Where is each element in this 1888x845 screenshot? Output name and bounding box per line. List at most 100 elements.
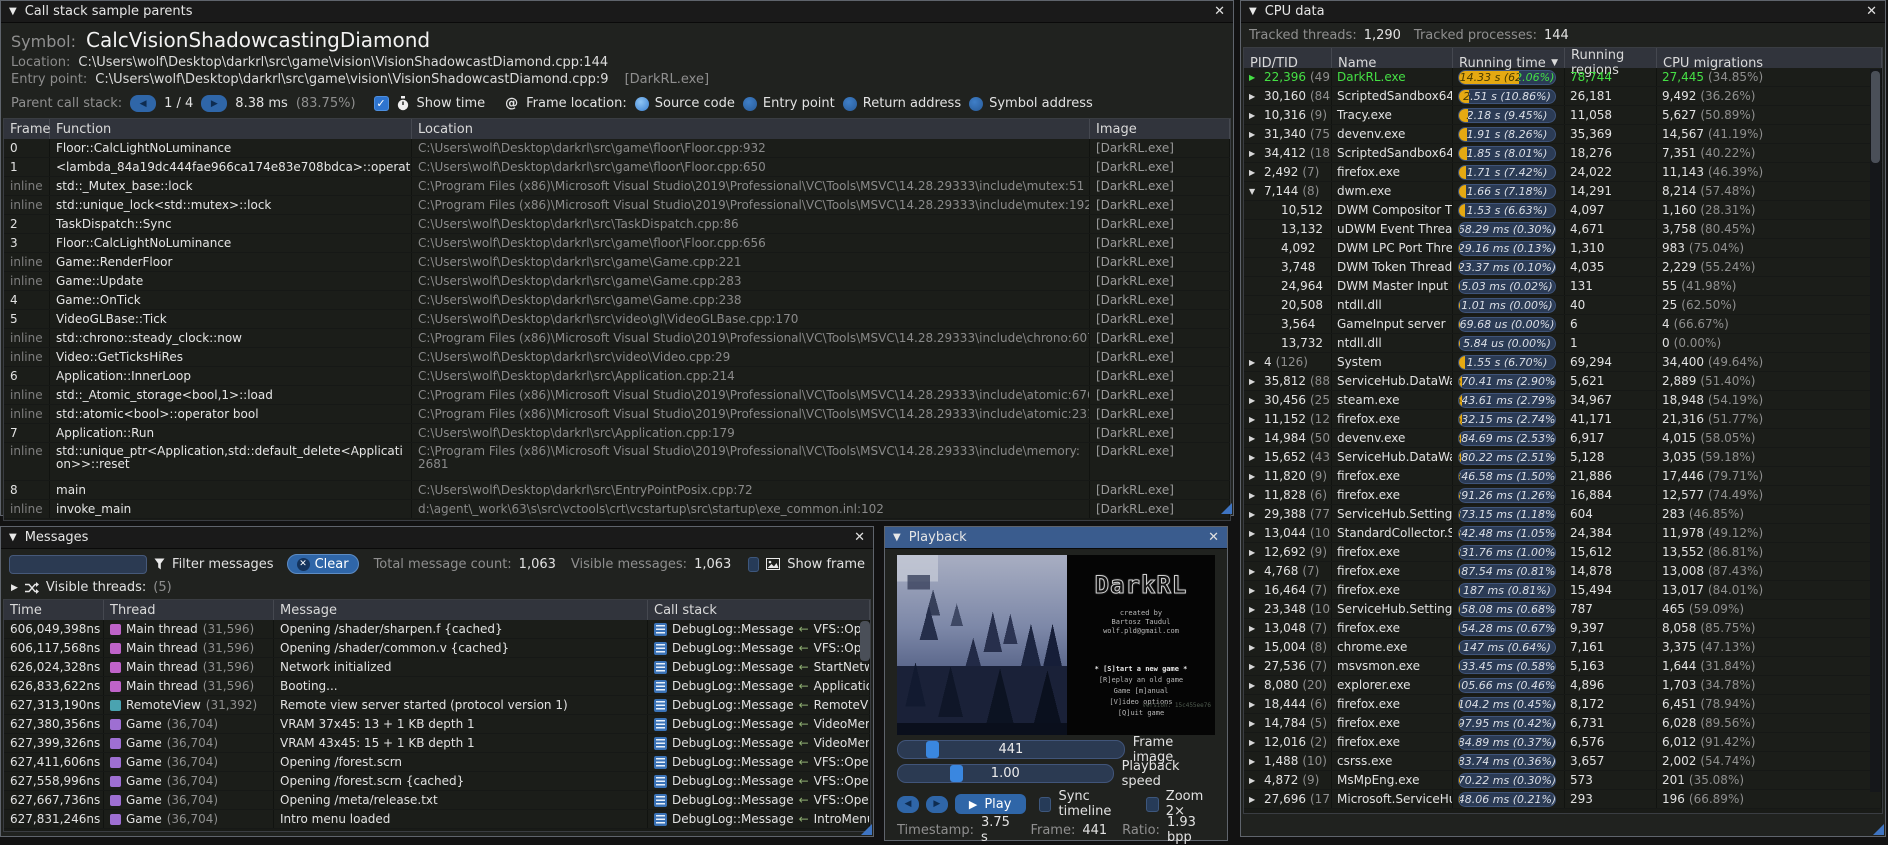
radio-entry-point-label[interactable]: Entry point <box>763 96 835 111</box>
cpu-process-row[interactable]: ▶14,784(5)firefox.exe97.95 ms (0.42%)97.… <box>1244 714 1882 733</box>
cpu-process-row[interactable]: 10,512DWM Compositor Threa1.53 s (6.63%)… <box>1244 201 1882 220</box>
col-time[interactable]: Time <box>4 600 104 620</box>
message-row[interactable]: 626,024,328nsMain thread(31,596)Network … <box>4 658 870 677</box>
cpu-process-row[interactable]: ▶14,984(50)devenv.exe584.69 ms (2.53%)58… <box>1244 429 1882 448</box>
resize-grip[interactable] <box>861 824 872 835</box>
callstack-list-icon[interactable] <box>654 642 667 655</box>
radio-return-address[interactable] <box>843 97 857 111</box>
cpu-process-row[interactable]: ▶30,160(84)ScriptedSandbox64.exe2.51 s (… <box>1244 87 1882 106</box>
callstack-row[interactable]: 2TaskDispatch::SyncC:\Users\wolf\Desktop… <box>4 215 1230 234</box>
close-icon[interactable]: ✕ <box>1866 4 1877 19</box>
cpu-process-row[interactable]: ▶22,396(49)DarkRL.exe14.33 s (62.06%)14.… <box>1244 68 1882 87</box>
callstack-row[interactable]: 5VideoGLBase::TickC:\Users\wolf\Desktop\… <box>4 310 1230 329</box>
tree-toggle-icon[interactable]: ▶ <box>1249 149 1260 158</box>
message-row[interactable]: 606,117,568nsMain thread(31,596)Opening … <box>4 639 870 658</box>
tree-toggle-icon[interactable]: ▶ <box>1249 358 1260 367</box>
callstack-list-icon[interactable] <box>654 623 667 636</box>
step-forward-button[interactable]: ▶ <box>926 796 948 813</box>
callstack-row[interactable]: inlineGame::UpdateC:\Users\wolf\Desktop\… <box>4 272 1230 291</box>
tree-toggle-icon[interactable]: ▶ <box>1249 491 1260 500</box>
cpu-process-row[interactable]: ▶10,316(9)Tracy.exe2.18 s (9.45%)2.18 s … <box>1244 106 1882 125</box>
cpu-process-row[interactable]: ▶12,016(2)firefox.exe84.89 ms (0.37%)84.… <box>1244 733 1882 752</box>
message-row[interactable]: 627,411,606nsGame(36,704)Opening /forest… <box>4 753 870 772</box>
callstack-list-icon[interactable] <box>654 794 667 807</box>
callstack-row[interactable]: inlinestd::unique_lock<std::mutex>::lock… <box>4 196 1230 215</box>
cpu-process-row[interactable]: ▶16,464(7)firefox.exe187 ms (0.81%)187 m… <box>1244 581 1882 600</box>
cpu-process-row[interactable]: ▶13,044(10)StandardCollector.Servic242.4… <box>1244 524 1882 543</box>
tree-toggle-icon[interactable]: ▶ <box>1249 529 1260 538</box>
close-icon[interactable]: ✕ <box>854 530 865 545</box>
cpu-scrollbar-thumb[interactable] <box>1871 71 1880 163</box>
sync-timeline-checkbox[interactable] <box>1039 797 1052 812</box>
cpu-process-row[interactable]: 13,132uDWM Event Thread68.29 ms (0.30%)6… <box>1244 220 1882 239</box>
tree-toggle-icon[interactable]: ▶ <box>1249 586 1260 595</box>
col-function[interactable]: Function <box>50 119 412 139</box>
prev-callstack-button[interactable]: ◀ <box>130 95 156 112</box>
cpu-process-row[interactable]: ▶29,388(77)ServiceHub.SettingsHost273.15… <box>1244 505 1882 524</box>
cpu-process-row[interactable]: ▶18,444(6)firefox.exe104.2 ms (0.45%)104… <box>1244 695 1882 714</box>
callstack-list-icon[interactable] <box>654 737 667 750</box>
cpu-scrollbar[interactable] <box>1870 69 1881 792</box>
tree-toggle-icon[interactable]: ▶ <box>1249 719 1260 728</box>
cpu-process-row[interactable]: 3,564GameInput server69.68 us (0.00%)69.… <box>1244 315 1882 334</box>
callstack-row[interactable]: 1<lambda_84a19dc444fae966ca174e83e708bdc… <box>4 158 1230 177</box>
cpu-process-row[interactable]: ▶34,412(18)ScriptedSandbox64.exe1.85 s (… <box>1244 144 1882 163</box>
cpu-process-row[interactable]: ▶12,692(9)firefox.exe231.76 ms (1.00%)23… <box>1244 543 1882 562</box>
callstack-list-icon[interactable] <box>654 813 667 826</box>
close-icon[interactable]: ✕ <box>1214 4 1225 19</box>
cpu-process-row[interactable]: ▶11,152(12)firefox.exe632.15 ms (2.74%)6… <box>1244 410 1882 429</box>
show-time-checkbox[interactable]: ✓ <box>374 96 389 111</box>
callstack-list-icon[interactable] <box>654 680 667 693</box>
cpu-process-row[interactable]: 4,092DWM LPC Port Thread29.16 ms (0.13%)… <box>1244 239 1882 258</box>
radio-symbol-address[interactable] <box>969 97 983 111</box>
radio-source-code[interactable] <box>635 97 649 111</box>
message-row[interactable]: 606,049,398nsMain thread(31,596)Opening … <box>4 620 870 639</box>
callstack-row[interactable]: inlineVideo::GetTicksHiResC:\Users\wolf\… <box>4 348 1230 367</box>
tree-toggle-icon[interactable]: ▶ <box>1249 662 1260 671</box>
tree-toggle-icon[interactable]: ▶ <box>1249 168 1260 177</box>
col-callstack[interactable]: Call stack <box>648 600 870 620</box>
resize-grip[interactable] <box>1221 503 1232 514</box>
clear-button[interactable]: ✕ Clear <box>287 554 359 574</box>
tree-toggle-icon[interactable]: ▼ <box>1249 187 1260 196</box>
expand-icon[interactable]: ▶ <box>11 583 18 593</box>
cpu-process-row[interactable]: ▶13,048(7)firefox.exe154.28 ms (0.67%)15… <box>1244 619 1882 638</box>
tree-toggle-icon[interactable]: ▶ <box>1249 130 1260 139</box>
callstack-list-icon[interactable] <box>654 718 667 731</box>
tree-toggle-icon[interactable]: ▶ <box>1249 73 1260 82</box>
tree-toggle-icon[interactable]: ▶ <box>1249 92 1260 101</box>
cpu-process-row[interactable]: ▶1,488(10)csrss.exe83.74 ms (0.36%)83.74… <box>1244 752 1882 771</box>
cpu-process-row[interactable]: 13,732ntdll.dll5.84 us (0.00%)5.84 us (0… <box>1244 334 1882 353</box>
col-image[interactable]: Image <box>1090 119 1230 139</box>
cpu-process-row[interactable]: ▶23,348(106)ServiceHub.SettingsHost158.0… <box>1244 600 1882 619</box>
message-row[interactable]: 627,313,190nsRemoteView(31,392)Remote vi… <box>4 696 870 715</box>
collapse-icon[interactable]: ▼ <box>9 6 17 17</box>
tree-toggle-icon[interactable]: ▶ <box>1249 624 1260 633</box>
cpu-process-row[interactable]: 3,748DWM Token Thread23.37 ms (0.10%)23.… <box>1244 258 1882 277</box>
tree-toggle-icon[interactable]: ▶ <box>1249 396 1260 405</box>
tree-toggle-icon[interactable]: ▶ <box>1249 567 1260 576</box>
radio-return-address-label[interactable]: Return address <box>863 96 961 111</box>
callstack-row[interactable]: 4Game::OnTickC:\Users\wolf\Desktop\darkr… <box>4 291 1230 310</box>
visible-threads-row[interactable]: ▶ Visible threads: (5) <box>1 579 873 599</box>
collapse-icon[interactable]: ▼ <box>9 532 17 543</box>
collapse-icon[interactable]: ▼ <box>893 532 901 543</box>
cpu-process-row[interactable]: ▶30,456(25)steam.exe643.61 ms (2.79%)643… <box>1244 391 1882 410</box>
callstack-row[interactable]: inlineinvoke_maind:\agent\_work\63\s\src… <box>4 500 1230 519</box>
col-frame[interactable]: Frame <box>4 119 50 139</box>
show-frame-checkbox[interactable] <box>748 557 759 572</box>
cpu-process-row[interactable]: ▼7,144(8)dwm.exe1.66 s (7.18%)1.66 s (7.… <box>1244 182 1882 201</box>
tree-toggle-icon[interactable]: ▶ <box>1249 111 1260 120</box>
callstack-row[interactable]: inlinestd::atomic<bool>::operator boolC:… <box>4 405 1230 424</box>
radio-source-code-label[interactable]: Source code <box>655 96 735 111</box>
callstack-row[interactable]: 6Application::InnerLoopC:\Users\wolf\Des… <box>4 367 1230 386</box>
message-row[interactable]: 626,833,622nsMain thread(31,596)Booting.… <box>4 677 870 696</box>
tree-toggle-icon[interactable]: ▶ <box>1249 548 1260 557</box>
callstack-row[interactable]: inlinestd::chrono::steady_clock::nowC:\P… <box>4 329 1230 348</box>
cpu-process-row[interactable]: ▶15,004(8)chrome.exe147 ms (0.64%)147 ms… <box>1244 638 1882 657</box>
cpu-process-row[interactable]: ▶8,080(20)explorer.exe105.66 ms (0.46%)1… <box>1244 676 1882 695</box>
callstack-list-icon[interactable] <box>654 756 667 769</box>
callstack-row[interactable]: inlinestd::_Mutex_base::lockC:\Program F… <box>4 177 1230 196</box>
callstack-row[interactable]: 8mainC:\Users\wolf\Desktop\darkrl\src\En… <box>4 481 1230 500</box>
tree-toggle-icon[interactable]: ▶ <box>1249 453 1260 462</box>
